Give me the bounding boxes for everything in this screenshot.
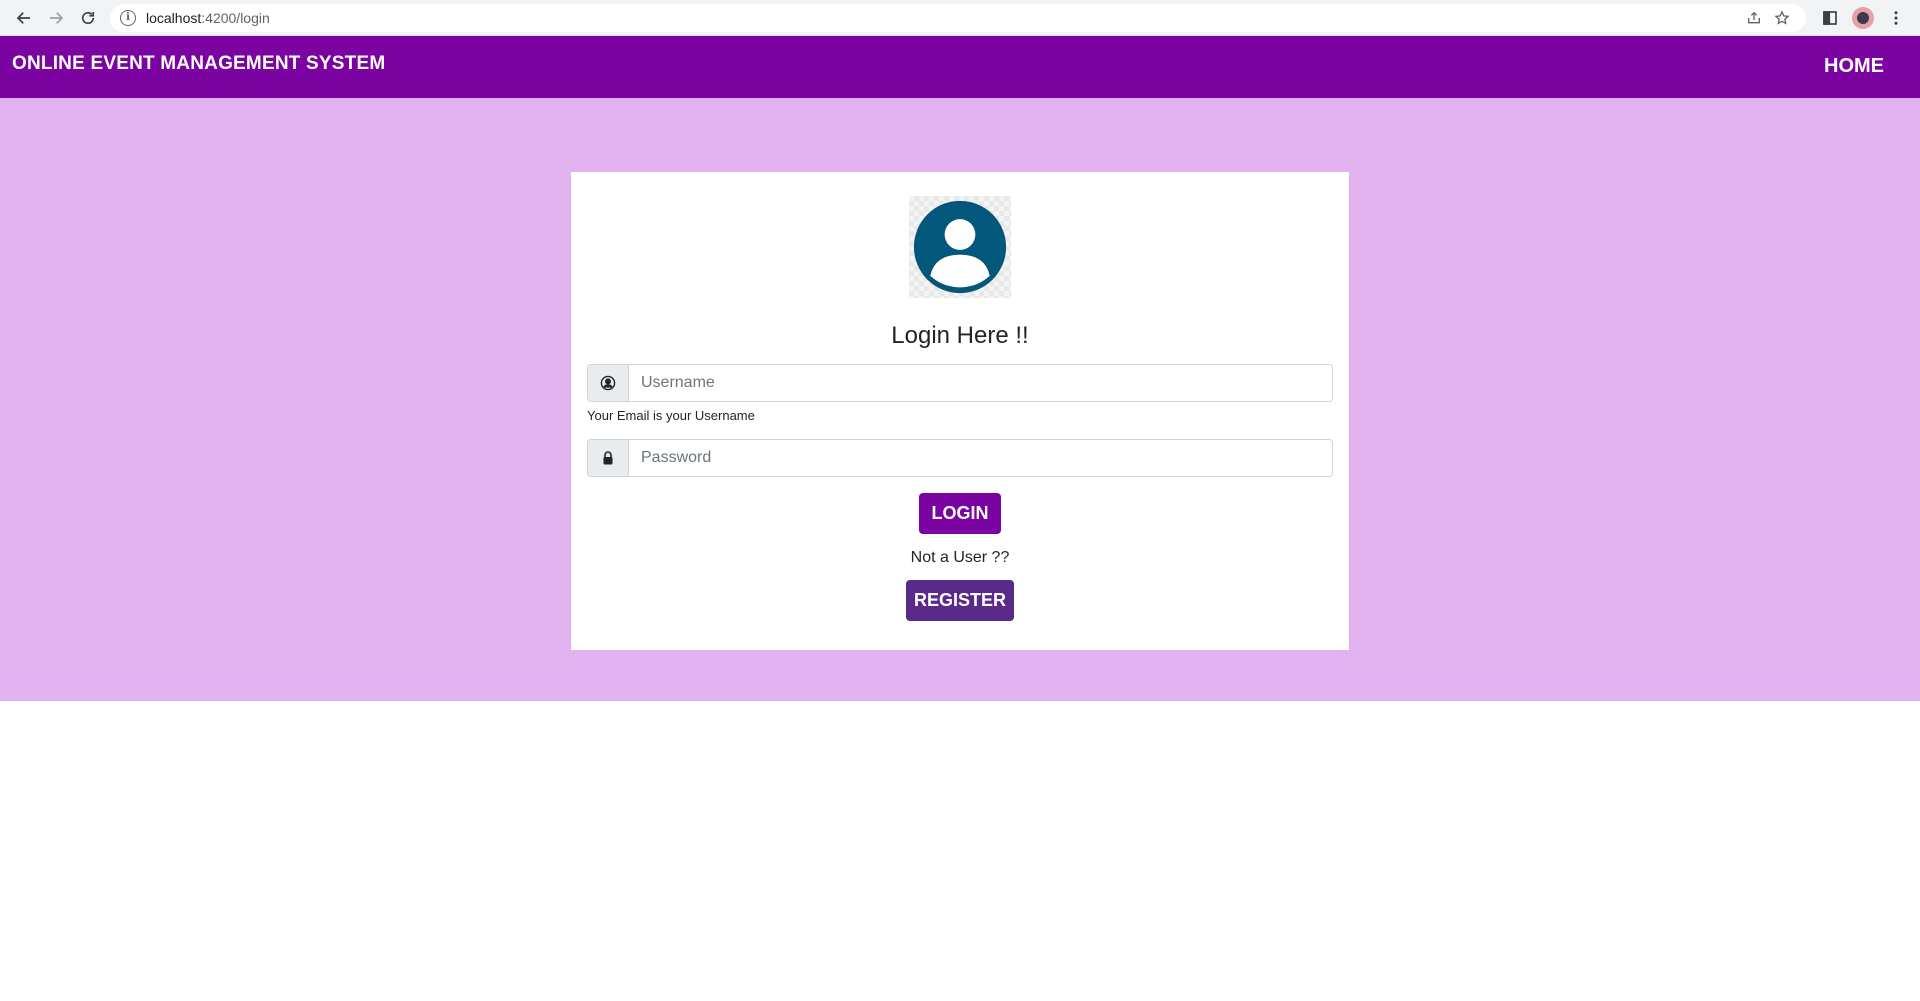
not-user-text: Not a User ?? bbox=[910, 549, 1010, 566]
register-button[interactable]: REGISTER bbox=[906, 580, 1014, 621]
user-circle-icon bbox=[588, 365, 629, 401]
lock-icon bbox=[588, 440, 629, 476]
more-menu-icon[interactable] bbox=[1880, 2, 1912, 34]
username-input-group bbox=[587, 364, 1333, 402]
profile-avatar[interactable] bbox=[1852, 6, 1874, 29]
bookmark-star-icon[interactable] bbox=[1768, 4, 1796, 32]
url-host: localhost bbox=[146, 9, 202, 26]
reload-icon[interactable] bbox=[72, 2, 104, 34]
share-icon[interactable] bbox=[1740, 4, 1768, 32]
home-link[interactable]: HOME bbox=[1824, 55, 1884, 78]
main-section: Login Here !! Your Email is your Usernam… bbox=[0, 98, 1920, 701]
password-input-group bbox=[587, 439, 1333, 477]
address-bar[interactable]: i localhost:4200/login bbox=[110, 3, 1806, 32]
login-title: Login Here !! bbox=[891, 322, 1029, 349]
browser-toolbar: i localhost:4200/login bbox=[0, 0, 1920, 36]
side-panel-icon[interactable] bbox=[1814, 2, 1846, 34]
brand-title[interactable]: ONLINE EVENT MANAGEMENT SYSTEM bbox=[12, 53, 385, 75]
login-button[interactable]: LOGIN bbox=[919, 493, 1001, 534]
site-info-icon[interactable]: i bbox=[120, 9, 136, 26]
username-help-text: Your Email is your Username bbox=[587, 408, 755, 423]
password-input[interactable] bbox=[629, 440, 1332, 476]
user-avatar bbox=[909, 196, 1011, 298]
forward-arrow-icon[interactable] bbox=[40, 2, 72, 34]
user-circle-icon bbox=[913, 200, 1007, 294]
back-arrow-icon[interactable] bbox=[8, 2, 40, 34]
url-path: :4200/login bbox=[201, 9, 270, 26]
app-navbar: ONLINE EVENT MANAGEMENT SYSTEM HOME bbox=[0, 36, 1920, 98]
username-input[interactable] bbox=[629, 365, 1332, 401]
login-card: Login Here !! Your Email is your Usernam… bbox=[571, 172, 1349, 650]
